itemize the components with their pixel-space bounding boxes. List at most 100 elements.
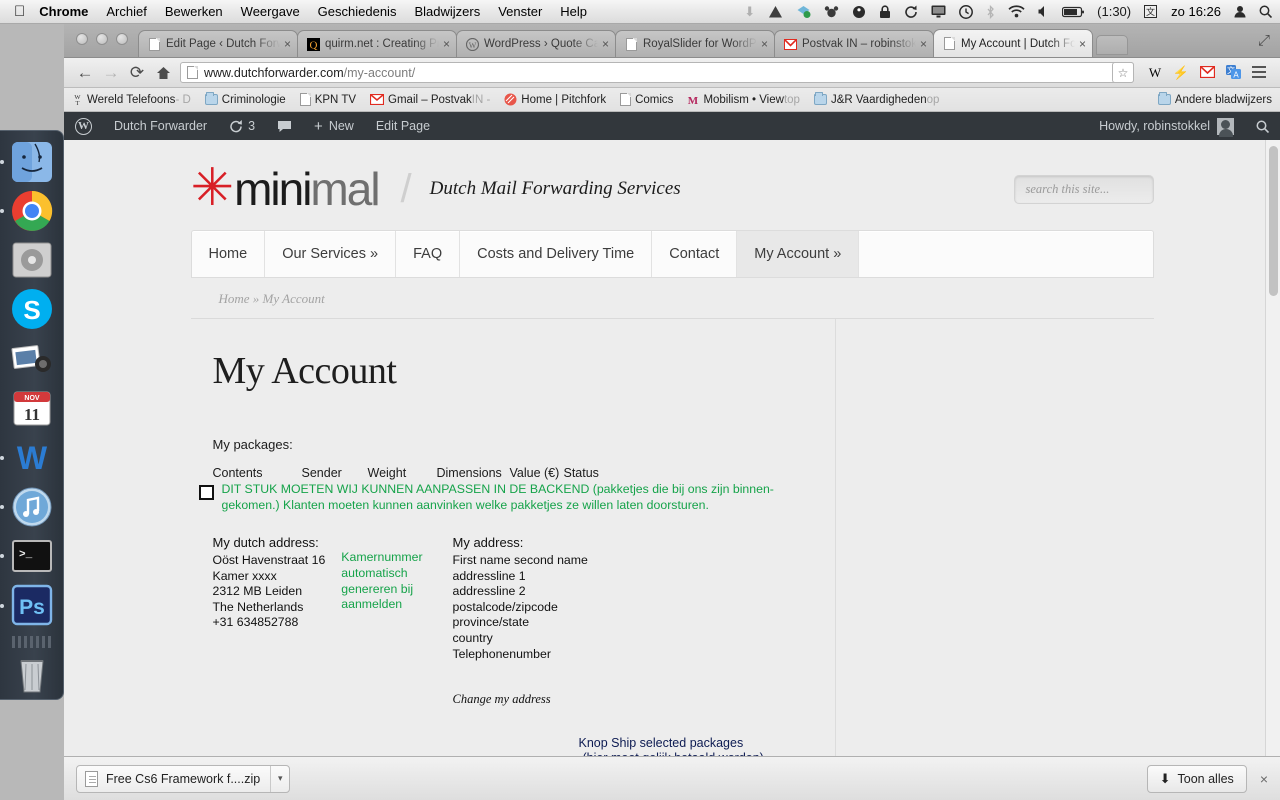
battery-icon[interactable] — [1062, 6, 1085, 18]
lock-icon[interactable] — [879, 4, 891, 19]
volume-icon[interactable] — [1038, 5, 1049, 18]
close-tab-icon[interactable]: × — [602, 37, 609, 51]
menu-hamburger-icon[interactable] — [1246, 65, 1272, 80]
scrollbar-thumb[interactable] — [1269, 146, 1278, 296]
browser-tab-1[interactable]: Q quirm.net : Creating Pro × — [297, 30, 457, 57]
page-scrollbar[interactable] — [1265, 140, 1280, 769]
bookmark-pitchfork[interactable]: Home | Pitchfork — [504, 93, 606, 106]
bluetooth-icon[interactable] — [986, 4, 995, 19]
google-drive-icon[interactable] — [768, 5, 783, 19]
close-shelf-icon[interactable]: × — [1260, 771, 1268, 787]
dock-item-photoshop[interactable]: Ps — [0, 583, 55, 628]
dock-item-ical[interactable]: NOV 11 — [9, 385, 55, 430]
close-window-button[interactable] — [76, 33, 88, 45]
download-icon[interactable]: ⬇ — [744, 4, 755, 20]
browser-tab-0[interactable]: Edit Page ‹ Dutch Forwar × — [138, 30, 298, 57]
menu-item-bewerken[interactable]: Bewerken — [165, 4, 223, 19]
browser-tab-3[interactable]: RoyalSlider for WordPres × — [615, 30, 775, 57]
fullscreen-icon[interactable]: ⤢ — [1258, 32, 1270, 49]
menu-item-archief[interactable]: Archief — [106, 4, 146, 19]
back-button[interactable]: ← — [72, 63, 98, 83]
close-tab-icon[interactable]: × — [920, 37, 927, 51]
apple-icon[interactable]:  — [14, 4, 25, 19]
search-icon[interactable] — [1259, 5, 1272, 18]
translate-icon[interactable]: 文 A — [1220, 65, 1246, 80]
pocket-lightning-icon[interactable]: ⚡ — [1168, 65, 1194, 81]
home-button[interactable] — [150, 63, 176, 83]
nav-item-costs-and-delivery-time[interactable]: Costs and Delivery Time — [460, 231, 653, 277]
bookmark-wereld-telefoons[interactable]: W T Wereld Telefoons - D — [72, 93, 190, 107]
download-item[interactable]: Free Cs6 Framework f....zip ▾ — [76, 764, 291, 793]
bookmark-star-icon[interactable]: ☆ — [1112, 62, 1134, 83]
bookmark-mobilism[interactable]: M Mobilism • View top — [687, 93, 800, 107]
adminbar-comments[interactable] — [266, 112, 303, 140]
alfred-icon[interactable] — [852, 5, 866, 19]
bookmark-other-bookmarks[interactable]: Andere bladwijzers — [1157, 92, 1272, 106]
wikipedia-icon[interactable]: W — [1142, 65, 1168, 81]
nav-item-faq[interactable]: FAQ — [396, 231, 461, 277]
nav-item-contact[interactable]: Contact — [652, 231, 738, 277]
sync-icon[interactable] — [904, 5, 918, 19]
timemachine-icon[interactable] — [959, 4, 974, 19]
site-logo[interactable]: ✳ mini mal — [191, 162, 381, 216]
menu-item-bladwijzers[interactable]: Bladwijzers — [414, 4, 480, 19]
reload-button[interactable]: ⟳ — [124, 63, 150, 83]
dock-item-system-preferences[interactable] — [9, 238, 55, 283]
bookmark-jr-vaardigheden[interactable]: J&R Vaardigheden op — [813, 92, 939, 106]
adminbar-edit-page[interactable]: Edit Page — [365, 112, 441, 140]
chrome-window: Edit Page ‹ Dutch Forwar × Q quirm.net :… — [64, 24, 1280, 800]
nav-item-my-account[interactable]: My Account » — [737, 231, 860, 277]
user-icon[interactable] — [1234, 5, 1246, 18]
bookmark-gmail[interactable]: Gmail – Postvak IN - — [370, 94, 490, 106]
menu-item-geschiedenis[interactable]: Geschiedenis — [318, 4, 397, 19]
menu-item-help[interactable]: Help — [560, 4, 587, 19]
dock-item-trash[interactable] — [12, 654, 52, 695]
adminbar-site-name[interactable]: Dutch Forwarder — [103, 112, 218, 140]
browser-tab-2[interactable]: W WordPress › Quote Cart × — [456, 30, 616, 57]
dock-item-word[interactable]: W — [0, 435, 55, 480]
adminbar-search-icon[interactable] — [1245, 112, 1280, 140]
search-input[interactable]: search this site... — [1013, 174, 1154, 204]
browser-tab-5[interactable]: My Account | Dutch Forw × — [933, 29, 1093, 57]
menu-item-chrome[interactable]: Chrome — [39, 4, 88, 19]
new-tab-button[interactable] — [1096, 35, 1128, 55]
bear-icon[interactable] — [824, 5, 839, 19]
display-icon[interactable] — [931, 5, 946, 18]
dock-item-iphoto[interactable] — [9, 336, 55, 381]
bookmark-criminologie[interactable]: Criminologie — [204, 92, 286, 106]
nav-item-home[interactable]: Home — [192, 231, 266, 277]
menu-item-weergave[interactable]: Weergave — [241, 4, 300, 19]
address-bar[interactable]: www.dutchforwarder.com/my-account/ — [180, 62, 1134, 83]
dock-item-chrome[interactable] — [0, 188, 55, 233]
clock[interactable]: zo 16:26 — [1171, 4, 1221, 19]
change-my-address-link[interactable]: Change my address — [453, 692, 764, 708]
adminbar-updates[interactable]: 3 — [218, 112, 266, 140]
dock-item-itunes[interactable] — [0, 484, 55, 529]
menu-item-venster[interactable]: Venster — [498, 4, 542, 19]
dropbox-icon[interactable] — [796, 5, 811, 19]
close-tab-icon[interactable]: × — [761, 37, 768, 51]
dutch-address-lines: My dutch address: Oöst Havenstraat 16 Ka… — [213, 535, 326, 766]
adminbar-new[interactable]: + New — [303, 112, 365, 140]
nav-item-our-services[interactable]: Our Services » — [265, 231, 397, 277]
zoom-window-button[interactable] — [116, 33, 128, 45]
show-all-downloads-button[interactable]: ⬇ Toon alles — [1146, 764, 1247, 793]
close-tab-icon[interactable]: × — [1079, 37, 1086, 51]
adminbar-howdy[interactable]: Howdy, robinstokkel — [1088, 112, 1245, 140]
close-tab-icon[interactable]: × — [284, 37, 291, 51]
bookmark-comics[interactable]: Comics — [620, 93, 673, 106]
minimize-window-button[interactable] — [96, 33, 108, 45]
input-menu-icon[interactable]: 文 — [1144, 5, 1158, 18]
dock-item-finder[interactable] — [0, 139, 55, 184]
bookmark-kpn-tv[interactable]: KPN TV — [299, 93, 356, 106]
dock-item-skype[interactable]: S — [9, 287, 55, 332]
package-select-checkbox[interactable] — [198, 485, 214, 500]
chevron-down-icon[interactable]: ▾ — [270, 765, 289, 792]
wordpress-logo-icon[interactable]: W — [64, 112, 103, 140]
dock-item-terminal[interactable]: >_ — [0, 533, 55, 578]
forward-button[interactable]: → — [98, 63, 124, 83]
wifi-icon[interactable] — [1008, 5, 1025, 18]
close-tab-icon[interactable]: × — [443, 37, 450, 51]
browser-tab-4[interactable]: Postvak IN – robinstokke × — [774, 30, 934, 57]
gmail-icon[interactable] — [1194, 65, 1220, 80]
